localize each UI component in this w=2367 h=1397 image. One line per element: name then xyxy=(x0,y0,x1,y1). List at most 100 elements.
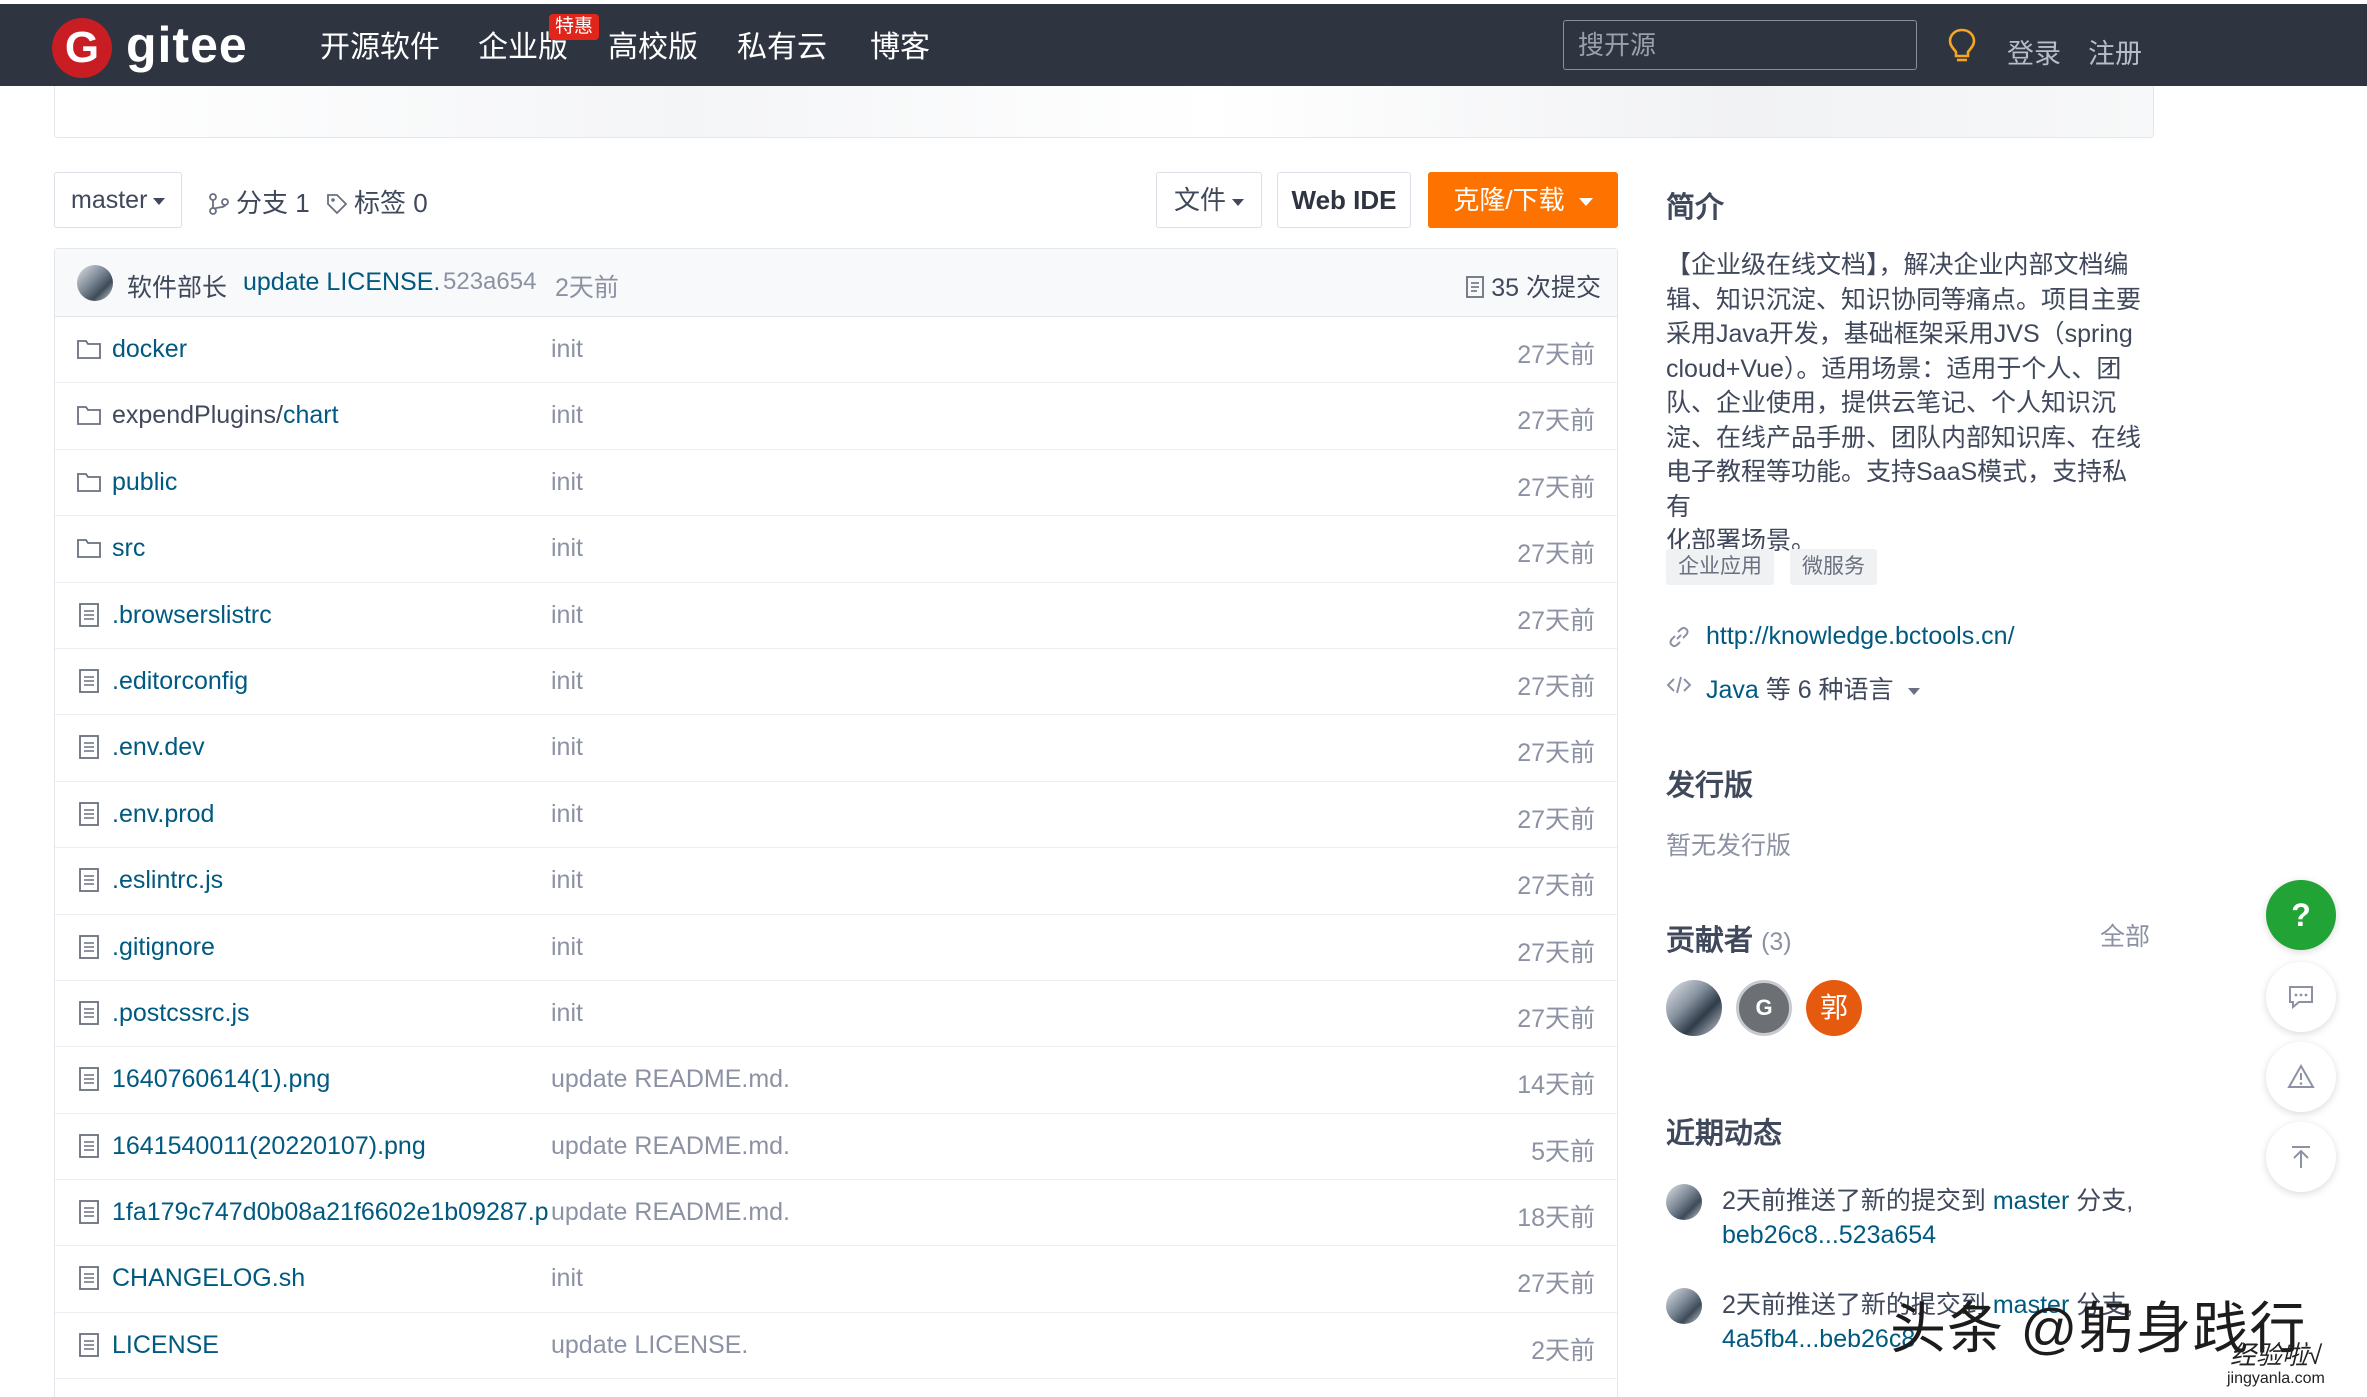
banner-strip xyxy=(54,86,2154,138)
file-row[interactable]: CHANGELOG.sh init 27天前 xyxy=(55,1246,1617,1313)
nav-university[interactable]: 高校版 xyxy=(608,30,698,66)
login-link[interactable]: 登录 xyxy=(2007,32,2061,71)
file-row[interactable]: .editorconfig init 27天前 xyxy=(55,649,1617,716)
topic-tag[interactable]: 微服务 xyxy=(1790,549,1877,585)
contributor-avatar[interactable] xyxy=(1666,980,1722,1036)
nav-private-cloud[interactable]: 私有云 xyxy=(737,30,827,66)
file-name: 1fa179c747d0b08a21f6602e1b09287.p... xyxy=(112,1198,550,1227)
file-icon xyxy=(79,1332,99,1357)
file-commit-message[interactable]: init xyxy=(551,335,583,364)
file-row[interactable]: 1fa179c747d0b08a21f6602e1b09287.p... upda… xyxy=(55,1180,1617,1247)
file-name-link[interactable]: src xyxy=(112,534,145,563)
languages-dropdown[interactable]: Java 等 6 种语言 xyxy=(1706,670,1920,706)
author-avatar[interactable] xyxy=(77,265,113,301)
file-name-link[interactable]: 1fa179c747d0b08a21f6602e1b09287.p... xyxy=(112,1198,550,1227)
file-commit-message[interactable]: init xyxy=(551,866,583,895)
file-row[interactable]: 1640760614(1).png update README.md. 14天前 xyxy=(55,1047,1617,1114)
brand-name[interactable]: gitee xyxy=(126,16,248,74)
contributors-all-link[interactable]: 全部 xyxy=(2100,917,2150,953)
file-name-link[interactable]: 1640760614(1).png xyxy=(112,1065,330,1094)
file-menu-button[interactable]: 文件 xyxy=(1156,172,1262,228)
file-commit-message[interactable]: init xyxy=(551,534,583,563)
contributor-avatar[interactable]: 郭 xyxy=(1806,980,1862,1036)
file-commit-message[interactable]: update README.md. xyxy=(551,1132,790,1161)
activity-avatar[interactable] xyxy=(1666,1184,1702,1220)
file-row[interactable]: docker init 27天前 xyxy=(55,317,1617,384)
tags-link[interactable]: 标签 0 xyxy=(326,183,428,220)
intro-line: cloud+Vue）。适用场景：适用于个人、团 xyxy=(1666,354,2122,383)
file-row[interactable]: .postcssrc.js init 27天前 xyxy=(55,981,1617,1048)
file-name-link[interactable]: expendPlugins/chart xyxy=(112,401,339,430)
file-name-link[interactable]: .env.prod xyxy=(112,800,214,829)
file-commit-message[interactable]: update README.md. xyxy=(551,1198,790,1227)
file-row[interactable]: .gitignore init 27天前 xyxy=(55,915,1617,981)
file-commit-message[interactable]: init xyxy=(551,667,583,696)
page: G gitee 开源软件 企业版 特惠 高校版 私有云 博客 登录 注册 mas… xyxy=(0,0,2367,1397)
commit-sha[interactable]: 523a654 xyxy=(443,268,536,296)
file-row[interactable]: .eslintrc.js init 27天前 xyxy=(55,848,1617,915)
contributor-avatar[interactable]: G xyxy=(1736,980,1792,1036)
topic-tag[interactable]: 企业应用 xyxy=(1666,549,1774,585)
file-row[interactable]: expendPlugins/chart init 27天前 xyxy=(55,383,1617,450)
file-commit-message[interactable]: init xyxy=(551,1264,583,1293)
nav-blog[interactable]: 博客 xyxy=(870,30,930,66)
file-row[interactable]: 1641540011(20220107).png update README.md… xyxy=(55,1114,1617,1181)
file-commit-message[interactable]: init xyxy=(551,601,583,630)
lang-main: Java xyxy=(1706,676,1759,704)
activity-range-link[interactable]: beb26c8...523a654 xyxy=(1722,1221,1936,1249)
file-row[interactable]: src init 27天前 xyxy=(55,516,1617,583)
commits-icon xyxy=(1466,276,1485,298)
file-name-link[interactable]: docker xyxy=(112,335,187,364)
back-to-top-button[interactable] xyxy=(2266,1122,2336,1192)
file-icon xyxy=(79,602,99,627)
tags-count: 标签 0 xyxy=(354,188,428,218)
search-input[interactable] xyxy=(1563,20,1917,70)
file-name-link[interactable]: .gitignore xyxy=(112,933,215,962)
web-ide-button[interactable]: Web IDE xyxy=(1277,172,1411,228)
activity-branch-link[interactable]: master xyxy=(1993,1187,2069,1215)
file-commit-message[interactable]: update LICENSE. xyxy=(551,1331,748,1360)
file-name-link[interactable]: .browserslistrc xyxy=(112,601,272,630)
file-name-link[interactable]: public xyxy=(112,468,177,497)
activity-range-link[interactable]: 4a5fb4...beb26c8 xyxy=(1722,1325,1915,1353)
commit-count-link[interactable]: 35 次提交 xyxy=(1465,268,1601,304)
file-name-link[interactable]: .env.dev xyxy=(112,733,205,762)
file-commit-message[interactable]: init xyxy=(551,733,583,762)
clone-download-button[interactable]: 克隆/下载 xyxy=(1428,172,1618,228)
website-link[interactable]: http://knowledge.bctools.cn/ xyxy=(1706,622,2015,651)
gitee-logo-icon[interactable]: G xyxy=(52,18,112,78)
register-link[interactable]: 注册 xyxy=(2088,32,2142,71)
file-row[interactable]: public init 27天前 xyxy=(55,450,1617,517)
file-commit-time: 27天前 xyxy=(1517,805,1595,834)
file-name: LICENSE xyxy=(112,1330,219,1359)
file-commit-message[interactable]: init xyxy=(551,800,583,829)
file-commit-message[interactable]: init xyxy=(551,468,583,497)
file-row[interactable]: .env.prod init 27天前 xyxy=(55,782,1617,849)
file-commit-message[interactable]: init xyxy=(551,933,583,962)
file-name-link[interactable]: .editorconfig xyxy=(112,667,248,696)
activity-avatar[interactable] xyxy=(1666,1288,1702,1324)
file-commit-message[interactable]: init xyxy=(551,401,583,430)
nav-open-source[interactable]: 开源软件 xyxy=(320,30,440,66)
intro-heading: 简介 xyxy=(1666,192,1725,224)
branch-select[interactable]: master xyxy=(54,172,182,228)
file-commit-message[interactable]: update README.md. xyxy=(551,1065,790,1094)
file-row[interactable]: .browserslistrc init 27天前 xyxy=(55,583,1617,649)
commit-author[interactable]: 软件部长 xyxy=(127,268,227,304)
file-name-link[interactable]: CHANGELOG.sh xyxy=(112,1264,305,1293)
help-button[interactable]: ? xyxy=(2266,880,2336,950)
report-button[interactable] xyxy=(2266,1042,2336,1112)
file-name-link[interactable]: LICENSE xyxy=(112,1331,219,1360)
branch-icon xyxy=(209,193,229,215)
intro-line: 队、企业使用，提供云笔记、个人知识沉 xyxy=(1666,389,2117,417)
commit-message[interactable]: update LICENSE. xyxy=(243,268,440,297)
file-row[interactable]: .env.dev init 27天前 xyxy=(55,715,1617,782)
lightbulb-icon[interactable] xyxy=(1946,28,1978,64)
file-name-link[interactable]: 1641540011(20220107).png xyxy=(112,1132,426,1161)
file-name-link[interactable]: .postcssrc.js xyxy=(112,999,250,1028)
file-row[interactable]: LICENSE update LICENSE. 2天前 xyxy=(55,1313,1617,1380)
file-commit-message[interactable]: init xyxy=(551,999,583,1028)
feedback-button[interactable] xyxy=(2266,962,2336,1032)
branches-link[interactable]: 分支 1 xyxy=(208,183,310,220)
file-name-link[interactable]: .eslintrc.js xyxy=(112,866,223,895)
